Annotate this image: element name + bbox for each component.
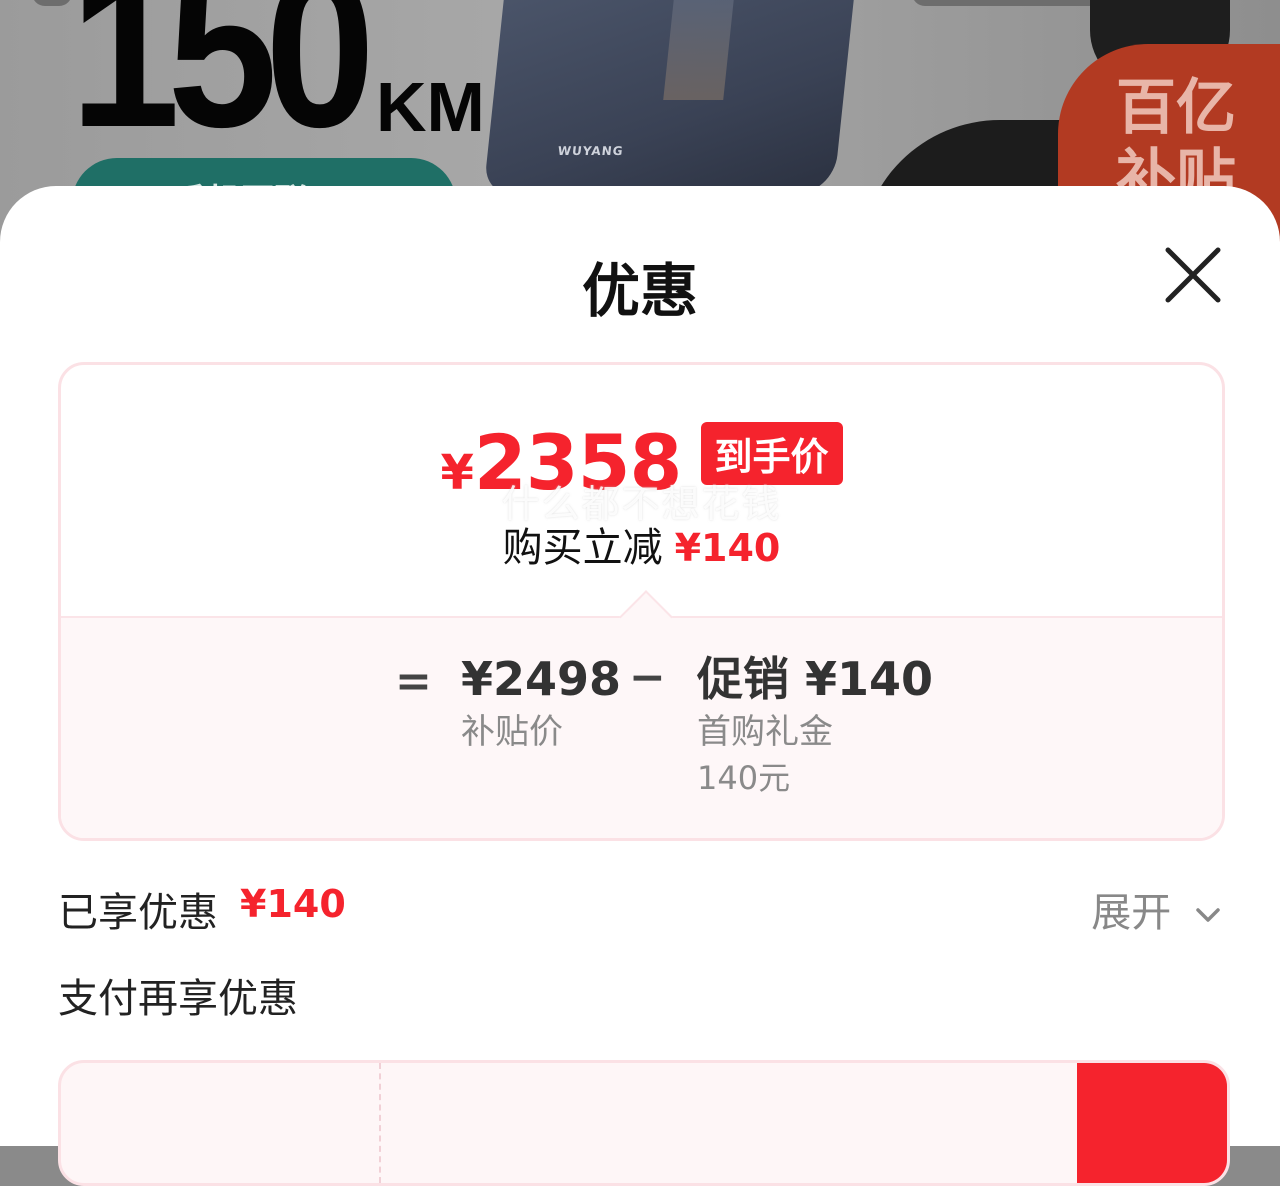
range-number: 150 [70, 0, 375, 173]
instant-saving-row: 购买立减 ¥140 [61, 515, 1222, 573]
offer-divider [379, 1063, 381, 1183]
minus-sign: − [629, 652, 666, 703]
price-breakdown: = ¥2498 补贴价 − 促销 ¥140 首购礼金 140元 [61, 590, 1222, 838]
base-price: ¥2498 [461, 652, 622, 706]
close-icon [1165, 247, 1221, 303]
expand-button[interactable]: 展开 [1091, 880, 1224, 938]
instant-saving-label: 购买立减 [502, 525, 663, 571]
equals-sign: = [395, 656, 432, 707]
discount-sheet: 优惠 ¥2358 到手价 什么都不想花钱 购买立减 ¥140 = ¥2498 补贴… [0, 186, 1280, 1186]
sheet-title: 优惠 [581, 257, 698, 325]
pay-more-discount-label: 支付再享优惠 [58, 976, 298, 1022]
promo-amount: 促销 ¥140 [697, 652, 934, 706]
status-pill-left [32, 0, 72, 6]
payment-offer-card[interactable] [58, 1060, 1230, 1186]
expand-label: 展开 [1091, 890, 1172, 936]
promo-column: 促销 ¥140 首购礼金 140元 [697, 654, 933, 801]
price-card: ¥2358 到手价 什么都不想花钱 购买立减 ¥140 = ¥2498 补贴价 −… [58, 362, 1225, 841]
range-unit: KM [376, 68, 485, 146]
instant-saving-amount: ¥140 [674, 526, 781, 570]
badge-line1: 百亿 [1116, 73, 1236, 143]
offer-action-strip[interactable] [1077, 1063, 1227, 1183]
promo-value: 140元 [697, 759, 791, 798]
promo-name: 首购礼金 [697, 711, 833, 752]
base-price-column: ¥2498 补贴价 [461, 654, 621, 756]
battery-image: WUYANG [483, 0, 855, 195]
breakdown-notch [619, 590, 673, 644]
base-price-label: 补贴价 [461, 711, 563, 752]
chevron-down-icon [1196, 908, 1220, 922]
enjoyed-discount-label: 已享优惠 [58, 890, 218, 936]
enjoyed-discount-amount: ¥140 [240, 882, 346, 926]
close-button[interactable] [1160, 242, 1226, 308]
enjoyed-discount-row: 已享优惠 ¥140 展开 [58, 880, 1224, 936]
battery-stripe [663, 0, 735, 100]
battery-brand: WUYANG [557, 144, 625, 158]
